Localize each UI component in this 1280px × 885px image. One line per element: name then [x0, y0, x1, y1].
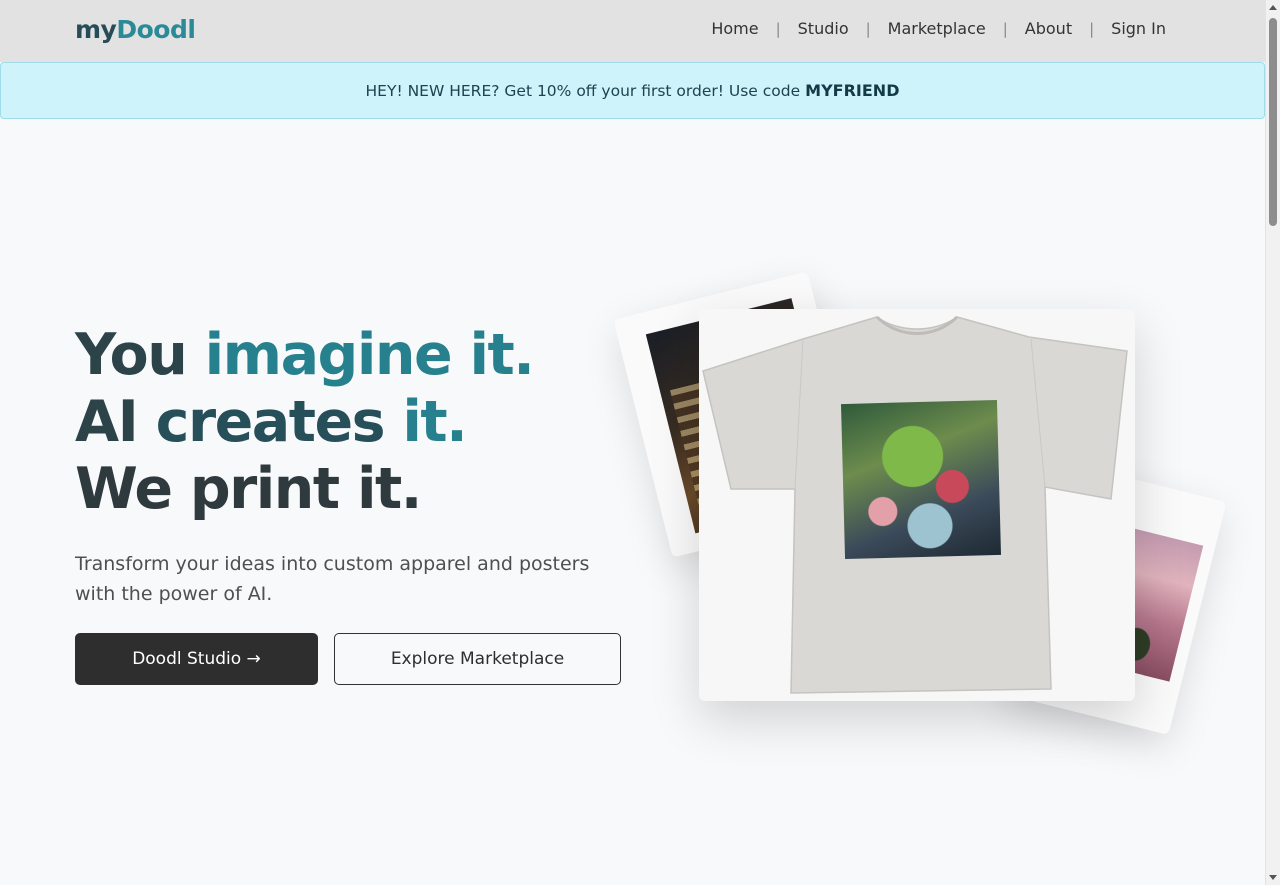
scroll-up-icon[interactable] — [1269, 5, 1277, 10]
promo-code: MYFRIEND — [805, 81, 900, 100]
headline-ai: AI — [75, 389, 156, 455]
scroll-thumb[interactable] — [1269, 18, 1277, 226]
nav-about[interactable]: About — [1025, 19, 1072, 38]
nav-marketplace[interactable]: Marketplace — [888, 19, 986, 38]
site-logo[interactable]: myDoodl — [75, 15, 196, 44]
headline-it: it. — [402, 389, 467, 455]
hero-headline: You imagine it. AI creates it. We print … — [75, 322, 535, 523]
promo-banner: HEY! NEW HERE? Get 10% off your first or… — [0, 62, 1265, 119]
nav-sign-in[interactable]: Sign In — [1111, 19, 1166, 38]
headline-line-1: You imagine it. — [75, 322, 535, 389]
main-nav: Home | Studio | Marketplace | About | Si… — [711, 19, 1166, 38]
headline-you: You — [75, 322, 205, 388]
logo-part-my: my — [75, 15, 117, 44]
doodl-studio-button[interactable]: Doodl Studio → — [75, 633, 318, 685]
nav-separator: | — [865, 19, 871, 38]
page-scrollbar[interactable] — [1265, 0, 1280, 885]
nav-separator: | — [1002, 19, 1008, 38]
headline-creates: creates — [155, 389, 403, 455]
explore-marketplace-button[interactable]: Explore Marketplace — [334, 633, 621, 685]
scroll-down-icon[interactable] — [1269, 875, 1277, 880]
nav-separator: | — [775, 19, 781, 38]
headline-line-3: We print it. — [75, 456, 422, 522]
nav-separator: | — [1089, 19, 1095, 38]
hero-subtitle: Transform your ideas into custom apparel… — [75, 553, 590, 605]
headline-imagine-it: imagine it. — [204, 322, 535, 388]
nav-studio[interactable]: Studio — [798, 19, 849, 38]
tshirt-print-artwork — [840, 399, 1002, 560]
nav-home[interactable]: Home — [711, 19, 758, 38]
promo-text: HEY! NEW HERE? Get 10% off your first or… — [365, 81, 801, 100]
logo-part-doodl: Doodl — [116, 15, 196, 44]
headline-line-2: AI creates it. — [75, 389, 533, 456]
top-navbar: myDoodl Home | Studio | Marketplace | Ab… — [0, 0, 1265, 62]
